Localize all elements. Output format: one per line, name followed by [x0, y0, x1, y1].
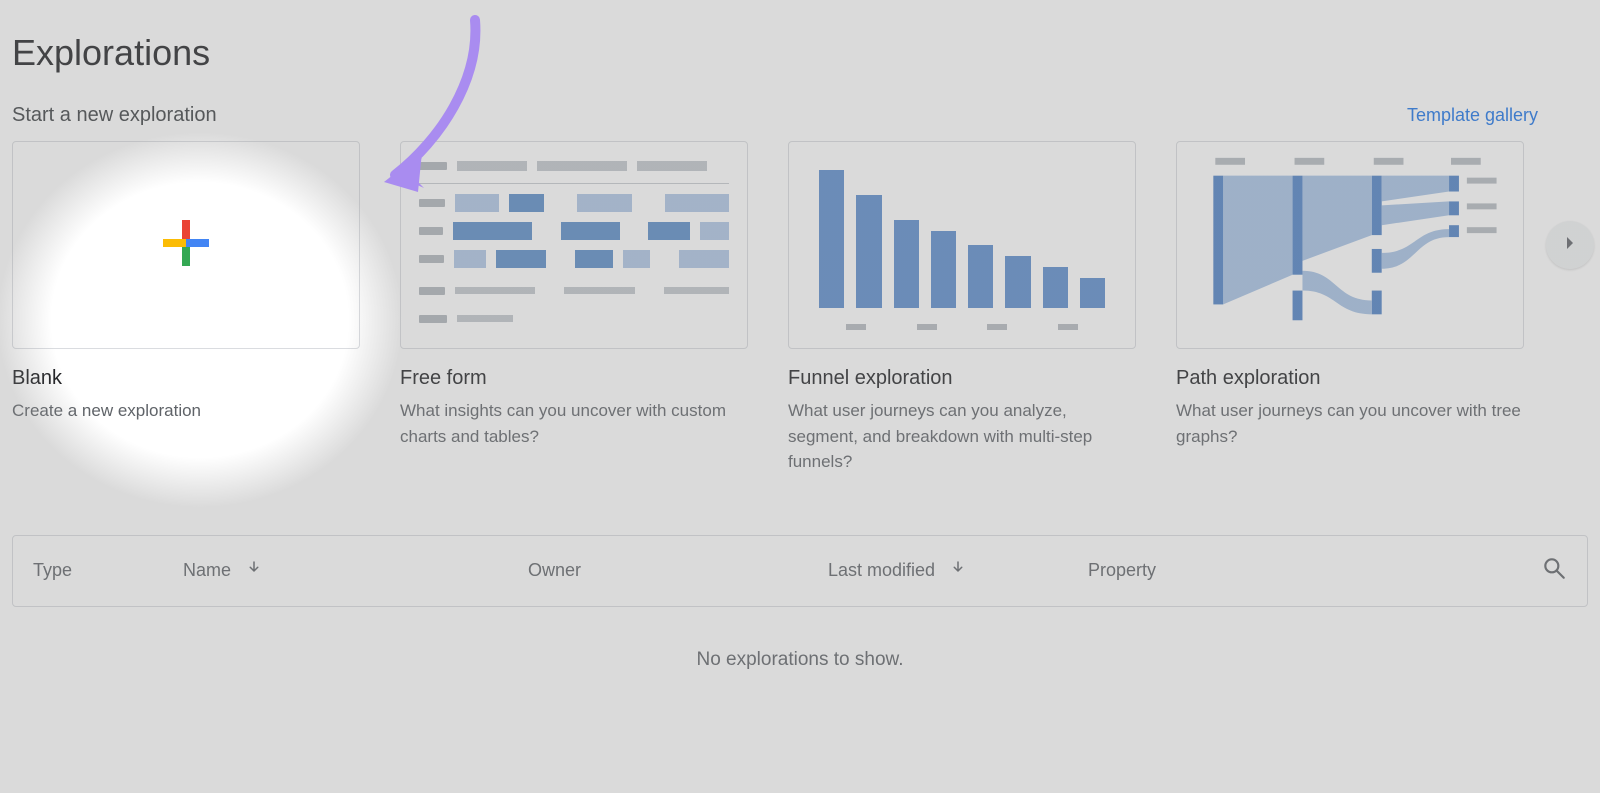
- table-search-button[interactable]: [1517, 555, 1567, 586]
- card-free-form-title: Free form: [400, 367, 748, 390]
- col-owner[interactable]: Owner: [528, 560, 828, 581]
- card-free-form[interactable]: Free form What insights can you uncover …: [400, 141, 748, 475]
- template-cards-row: Blank Create a new exploration: [12, 141, 1588, 475]
- card-free-form-thumb: [400, 141, 748, 349]
- empty-state-message: No explorations to show.: [12, 607, 1588, 751]
- arrow-down-icon: [245, 559, 263, 582]
- card-funnel-title: Funnel exploration: [788, 367, 1136, 390]
- chevron-right-icon: [1558, 231, 1582, 260]
- col-name-label: Name: [183, 560, 231, 581]
- card-funnel-desc: What user journeys can you analyze, segm…: [788, 398, 1136, 475]
- explorations-table: Type Name Owner Last modified Property: [12, 535, 1588, 607]
- card-funnel[interactable]: Funnel exploration What user journeys ca…: [788, 141, 1136, 475]
- col-last-modified[interactable]: Last modified: [828, 559, 1088, 582]
- card-path-title: Path exploration: [1176, 367, 1524, 390]
- card-blank-title: Blank: [12, 367, 360, 390]
- scroll-next-button[interactable]: [1546, 221, 1594, 269]
- card-path-desc: What user journeys can you uncover with …: [1176, 398, 1524, 449]
- page-title: Explorations: [12, 32, 1588, 74]
- card-blank-desc: Create a new exploration: [12, 398, 360, 424]
- table-header-row: Type Name Owner Last modified Property: [13, 536, 1587, 606]
- card-path-thumb: [1176, 141, 1524, 349]
- search-icon: [1541, 555, 1567, 586]
- arrow-down-icon: [949, 559, 967, 582]
- card-blank[interactable]: Blank Create a new exploration: [12, 141, 360, 475]
- card-funnel-thumb: [788, 141, 1136, 349]
- col-name[interactable]: Name: [183, 559, 528, 582]
- col-property[interactable]: Property: [1088, 560, 1517, 581]
- col-last-modified-label: Last modified: [828, 560, 935, 581]
- template-gallery-link[interactable]: Template gallery: [1407, 105, 1538, 126]
- card-blank-thumb: [12, 141, 360, 349]
- col-type[interactable]: Type: [33, 560, 183, 581]
- card-path[interactable]: Path exploration What user journeys can …: [1176, 141, 1524, 475]
- card-free-form-desc: What insights can you uncover with custo…: [400, 398, 748, 449]
- start-subtitle: Start a new exploration: [12, 104, 217, 127]
- plus-icon: [161, 218, 211, 273]
